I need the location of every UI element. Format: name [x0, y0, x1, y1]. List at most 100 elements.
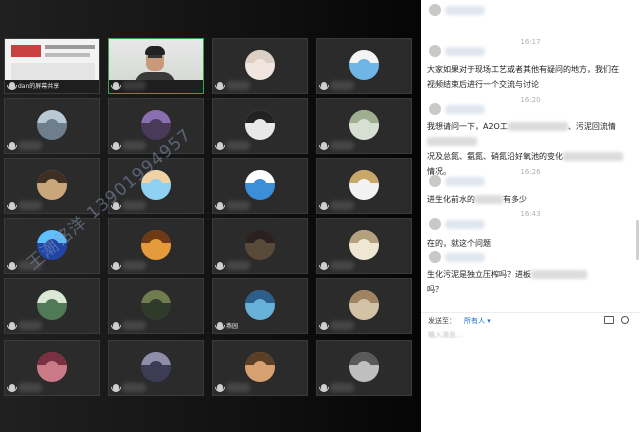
message-text: 况及总氮、氨氮、硝氮沿 [427, 152, 515, 161]
message-timestamp: 16:43 [520, 210, 541, 218]
participant-name-bar [319, 81, 354, 90]
participant-tile[interactable] [108, 38, 204, 94]
sender-avatar [429, 218, 441, 230]
message-text: 我想请问一下，A2O工 [427, 122, 508, 131]
avatar [141, 352, 171, 382]
sender-name-blurred [445, 5, 485, 15]
blurred-name [226, 201, 250, 210]
participant-name: 燕园 [226, 323, 239, 330]
sender-name-blurred [445, 252, 485, 262]
blurred-name [18, 201, 42, 210]
mic-icon [319, 201, 329, 210]
participant-tile[interactable]: 燕园 [212, 278, 308, 334]
blurred-name [226, 383, 250, 392]
send-to-label: 发送至： [428, 317, 456, 325]
avatar [349, 110, 379, 140]
participant-name-bar [7, 201, 42, 210]
chat-panel: 16:17 大家如果对于现场工艺或者其他有疑问的地方，我们在 视频结束后进行一个交流… [421, 0, 640, 432]
participant-name-bar: dan的屏幕共享 [7, 81, 60, 90]
participant-name-bar [111, 321, 146, 330]
blurred-name [122, 383, 146, 392]
avatar [245, 230, 275, 260]
participant-name-bar [319, 383, 354, 392]
blurred-name [122, 261, 146, 270]
participant-tile[interactable] [212, 340, 308, 396]
participant-name-bar [215, 81, 250, 90]
participant-name: dan的屏幕共享 [18, 83, 60, 90]
send-to-select[interactable]: 所有人 ▾ [464, 316, 491, 326]
avatar [349, 50, 379, 80]
message-text: 大家如果对于现场工艺或者其他有疑问的地方，我们在 [427, 65, 619, 74]
blurred-name [122, 201, 146, 210]
participant-name-bar [7, 383, 42, 392]
participant-name-bar [7, 141, 42, 150]
message-text: 视频结束后进行一个交流与讨论 [427, 80, 539, 89]
sender-name-blurred [445, 46, 485, 56]
participant-tile[interactable] [212, 38, 308, 94]
mic-icon [319, 141, 329, 150]
mic-icon [111, 261, 121, 270]
avatar [37, 352, 67, 382]
participant-name-bar [111, 141, 146, 150]
participant-tile[interactable] [108, 218, 204, 274]
participant-tile[interactable] [108, 278, 204, 334]
blurred-name [330, 141, 354, 150]
mic-icon [215, 321, 225, 330]
participant-tile[interactable] [316, 340, 412, 396]
avatar [349, 230, 379, 260]
chat-message: 在的，就这个问题 [427, 236, 632, 251]
participant-tile[interactable] [212, 218, 308, 274]
chat-input[interactable]: 输入消息... [428, 330, 463, 340]
folder-icon[interactable] [604, 316, 614, 324]
participant-tile[interactable] [316, 98, 412, 154]
participant-tile[interactable]: dan的屏幕共享 [4, 38, 100, 94]
avatar [245, 110, 275, 140]
participant-tile[interactable] [316, 278, 412, 334]
participant-tile[interactable] [4, 98, 100, 154]
mic-icon [7, 321, 17, 330]
blurred-name [330, 81, 354, 90]
mic-icon [111, 141, 121, 150]
mic-icon [319, 321, 329, 330]
participant-tile[interactable] [316, 158, 412, 214]
chat-message: 大家如果对于现场工艺或者其他有疑问的地方，我们在 视频结束后进行一个交流与讨论 [427, 62, 632, 92]
avatar [349, 290, 379, 320]
emoji-icon[interactable] [621, 316, 629, 324]
participant-name-bar [215, 141, 250, 150]
avatar [349, 170, 379, 200]
participant-name-bar [215, 201, 250, 210]
sender-avatar [429, 175, 441, 187]
avatar [37, 290, 67, 320]
chat-scrollbar[interactable] [636, 220, 639, 260]
participant-name-bar [319, 201, 354, 210]
blurred-name [330, 321, 354, 330]
mic-icon [111, 383, 121, 392]
participant-tile[interactable] [316, 38, 412, 94]
chat-messages[interactable]: 16:17 大家如果对于现场工艺或者其他有疑问的地方，我们在 视频结束后进行一个交流… [421, 0, 640, 312]
sender-avatar [429, 103, 441, 115]
message-text: 有多少 [503, 195, 527, 204]
message-text: 吗？ [427, 285, 443, 294]
blurred-name [226, 81, 250, 90]
participant-tile[interactable] [212, 158, 308, 214]
participant-tile[interactable] [316, 218, 412, 274]
mic-icon [111, 321, 121, 330]
mic-icon [215, 261, 225, 270]
blurred-name [18, 141, 42, 150]
participant-tile[interactable] [4, 340, 100, 396]
blurred-name [122, 81, 146, 90]
participant-tile[interactable] [108, 340, 204, 396]
blurred-name [330, 383, 354, 392]
mic-icon [7, 383, 17, 392]
message-text: 生化污泥是独立压榨吗？进板 [427, 270, 531, 279]
message-text: 进生化前水的 [427, 195, 475, 204]
blurred-name [18, 321, 42, 330]
avatar [37, 170, 67, 200]
participant-tile[interactable] [4, 278, 100, 334]
sender-avatar [429, 45, 441, 57]
blurred-name [18, 383, 42, 392]
blurred-name [330, 201, 354, 210]
participant-tile[interactable] [212, 98, 308, 154]
mic-icon [215, 81, 225, 90]
mic-icon [215, 201, 225, 210]
